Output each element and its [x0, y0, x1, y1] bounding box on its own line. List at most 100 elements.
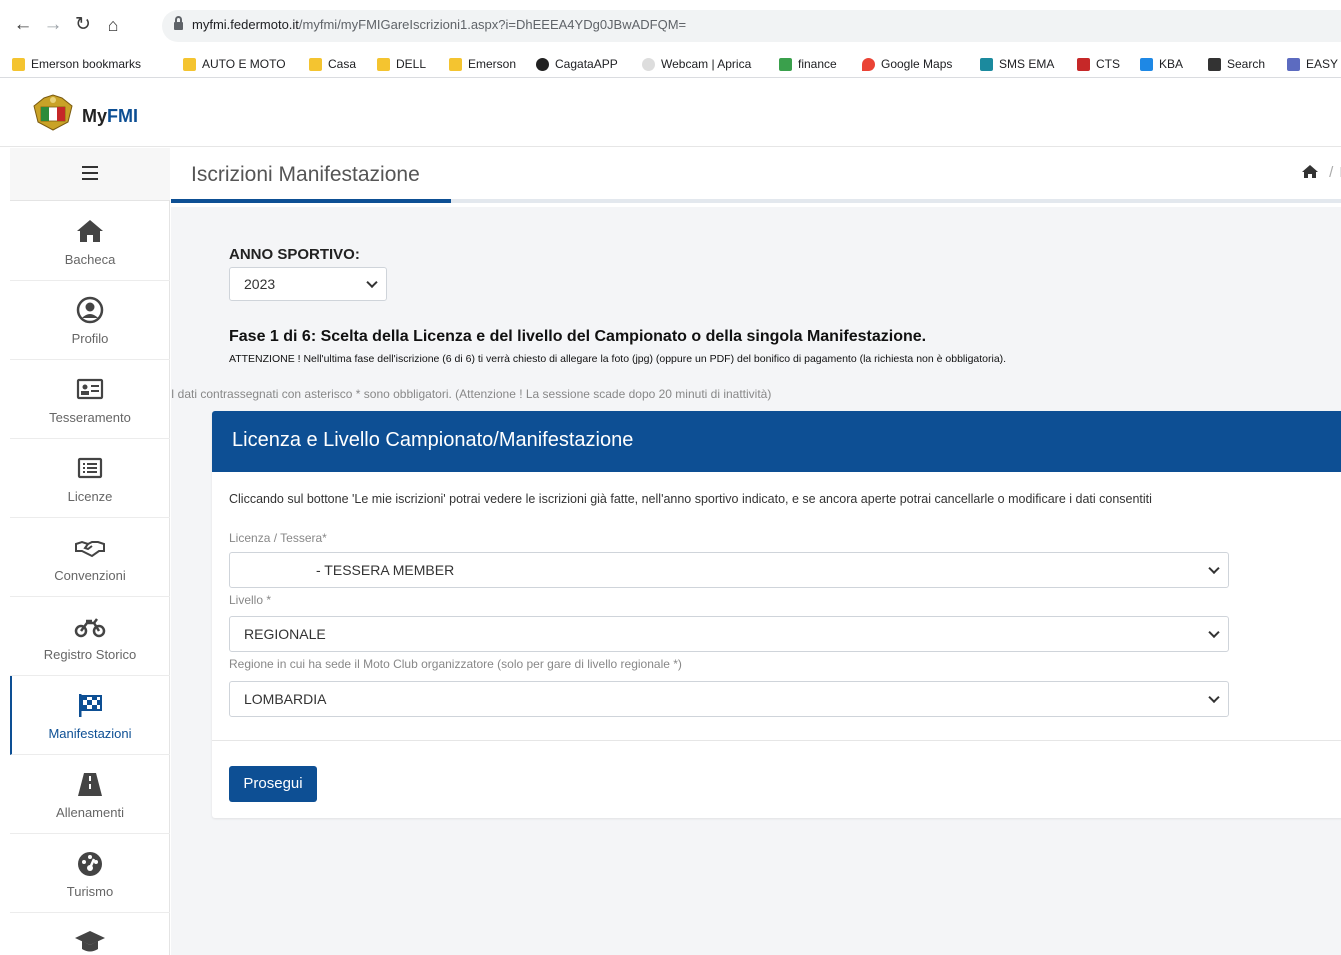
sms-icon	[980, 57, 993, 71]
page-title: Iscrizioni Manifestazione	[191, 163, 420, 186]
chevron-down-icon	[1208, 626, 1220, 639]
card-divider	[212, 740, 1341, 741]
easy-icon	[1287, 57, 1300, 71]
breadcrumb: /I	[1301, 164, 1341, 181]
url-text: myfmi.federmoto.it/myfmi/myFMIGareIscriz…	[192, 17, 687, 32]
anno-sportivo-label: ANNO SPORTIVO:	[229, 246, 360, 263]
handshake-icon	[75, 540, 105, 558]
sidebar-item-label: Tesseramento	[49, 410, 131, 425]
fase-heading: Fase 1 di 6: Scelta della Licenza e del …	[229, 328, 927, 345]
back-icon[interactable]: ←	[12, 14, 34, 36]
fmi-logo-icon[interactable]	[30, 92, 76, 132]
content-header: Iscrizioni Manifestazione /I	[171, 148, 1341, 203]
bookmark-webcam-aprica[interactable]: Webcam | Aprica	[642, 57, 751, 71]
sidebar-item-profilo[interactable]: Profilo	[10, 281, 170, 360]
regione-select[interactable]: LOMBARDIA	[229, 681, 1229, 717]
motorcycle-icon	[74, 618, 106, 638]
sidebar-item-convenzioni[interactable]: Convenzioni	[10, 518, 170, 597]
sidebar-item-manifestazioni[interactable]: Manifestazioni	[10, 676, 170, 755]
bookmark-cagataapp[interactable]: CagataAPP	[536, 57, 618, 71]
folder-icon	[309, 57, 322, 71]
list-icon	[77, 457, 103, 479]
folder-icon	[183, 57, 196, 71]
licenza-card: Licenza e Livello Campionato/Manifestazi…	[212, 411, 1341, 818]
hamburger-icon	[82, 166, 98, 180]
home-icon[interactable]	[1301, 164, 1319, 179]
menu-toggle[interactable]	[10, 148, 170, 201]
address-bar[interactable]: myfmi.federmoto.it/myfmi/myFMIGareIscriz…	[162, 10, 1341, 42]
road-icon	[78, 773, 102, 796]
sidebar-item-bacheca[interactable]: Bacheca	[10, 202, 170, 281]
bookmark-search[interactable]: Search	[1208, 57, 1265, 71]
sidebar-item-label: Turismo	[66, 884, 114, 899]
livello-label: Livello *	[229, 593, 272, 607]
bookmark-finance[interactable]: finance	[779, 57, 837, 71]
obbligatori-note: I dati contrassegnati con asterisco * so…	[171, 387, 772, 401]
bookmark-dell[interactable]: DELL	[377, 57, 426, 71]
sidebar-item-label: Bacheca	[64, 252, 116, 267]
main-content: ANNO SPORTIVO: 2023 Fase 1 di 6: Scelta …	[171, 207, 1341, 955]
id-card-icon	[76, 378, 104, 400]
bookmark-easy[interactable]: EASY	[1287, 57, 1338, 71]
flag-checkered-icon	[79, 694, 102, 717]
sidebar-item-allenamenti[interactable]: Allenamenti	[10, 755, 170, 834]
bookmark-google-maps[interactable]: Google Maps	[862, 57, 952, 71]
bookmark-emerson-bookmarks[interactable]: Emerson bookmarks	[12, 57, 141, 71]
chevron-down-icon	[1208, 691, 1220, 704]
bookmark-kba[interactable]: KBA	[1140, 57, 1183, 71]
livello-value: REGIONALE	[244, 626, 326, 642]
sidebar-item-tesseramento[interactable]: Tesseramento	[10, 360, 170, 439]
sidebar-item-turismo[interactable]: Turismo	[10, 834, 170, 913]
home-icon	[77, 220, 103, 242]
home-button-icon[interactable]: ⌂	[102, 14, 124, 36]
globe-icon	[536, 57, 549, 71]
browser-toolbar: ← → ↻ ⌂ myfmi.federmoto.it/myfmi/myFMIGa…	[0, 0, 1341, 52]
sidebar-item-licenze[interactable]: Licenze	[10, 439, 170, 518]
sidebar-item-label: Manifestazioni	[48, 726, 132, 741]
regione-label: Regione in cui ha sede il Moto Club orga…	[229, 657, 682, 671]
livello-select[interactable]: REGIONALE	[229, 616, 1229, 652]
map-pin-icon	[862, 57, 875, 71]
bookmark-sms-ema[interactable]: SMS EMA	[980, 57, 1054, 71]
sidebar-item-registro-storico[interactable]: Registro Storico	[10, 597, 170, 676]
folder-icon	[12, 57, 25, 71]
sidebar-item-formazione[interactable]	[10, 913, 170, 955]
bookmark-casa[interactable]: Casa	[309, 57, 356, 71]
brand-name[interactable]: MyFMI	[82, 106, 138, 127]
sidebar-item-label: Profilo	[71, 331, 109, 346]
attenzione-note: ATTENZIONE ! Nell'ultima fase dell'iscri…	[229, 353, 1007, 365]
app-header: MyFMI	[0, 79, 1341, 147]
kba-icon	[1140, 57, 1153, 71]
search-icon	[1208, 57, 1221, 71]
title-underline	[171, 199, 451, 203]
chart-icon	[779, 57, 792, 71]
card-title: Licenza e Livello Campionato/Manifestazi…	[232, 429, 634, 451]
anno-sportivo-value: 2023	[244, 276, 276, 292]
webcam-icon	[642, 57, 655, 71]
graduation-cap-icon	[75, 931, 105, 952]
folder-icon	[377, 57, 390, 71]
reload-icon[interactable]: ↻	[72, 14, 94, 36]
licenza-value: - TESSERA MEMBER	[316, 562, 455, 578]
bookmark-auto-e-moto[interactable]: AUTO E MOTO	[183, 57, 286, 71]
cts-icon	[1077, 57, 1090, 71]
bookmark-cts[interactable]: CTS	[1077, 57, 1120, 71]
bookmarks-bar: Emerson bookmarks AUTO E MOTO Casa DELL …	[0, 52, 1341, 78]
breadcrumb-separator: /	[1329, 164, 1334, 181]
sidebar: Bacheca Profilo Tesseramento Licenze Con…	[10, 148, 170, 955]
sidebar-item-label: Registro Storico	[43, 647, 137, 662]
licenza-select[interactable]: - TESSERA MEMBER	[229, 552, 1229, 588]
prosegui-button[interactable]: Prosegui	[229, 766, 317, 802]
folder-icon	[449, 57, 462, 71]
forward-icon[interactable]: →	[42, 14, 64, 36]
lock-icon	[174, 16, 183, 31]
sidebar-item-label: Convenzioni	[54, 568, 126, 583]
anno-sportivo-select[interactable]: 2023	[229, 267, 387, 301]
card-info-text: Cliccando sul bottone 'Le mie iscrizioni…	[229, 492, 1152, 506]
bookmark-emerson[interactable]: Emerson	[449, 57, 516, 71]
tachometer-icon	[78, 852, 102, 876]
licenza-label: Licenza / Tessera*	[229, 531, 327, 545]
sidebar-item-label: Allenamenti	[56, 805, 124, 820]
card-header: Licenza e Livello Campionato/Manifestazi…	[212, 411, 1341, 472]
regione-value: LOMBARDIA	[244, 691, 327, 707]
